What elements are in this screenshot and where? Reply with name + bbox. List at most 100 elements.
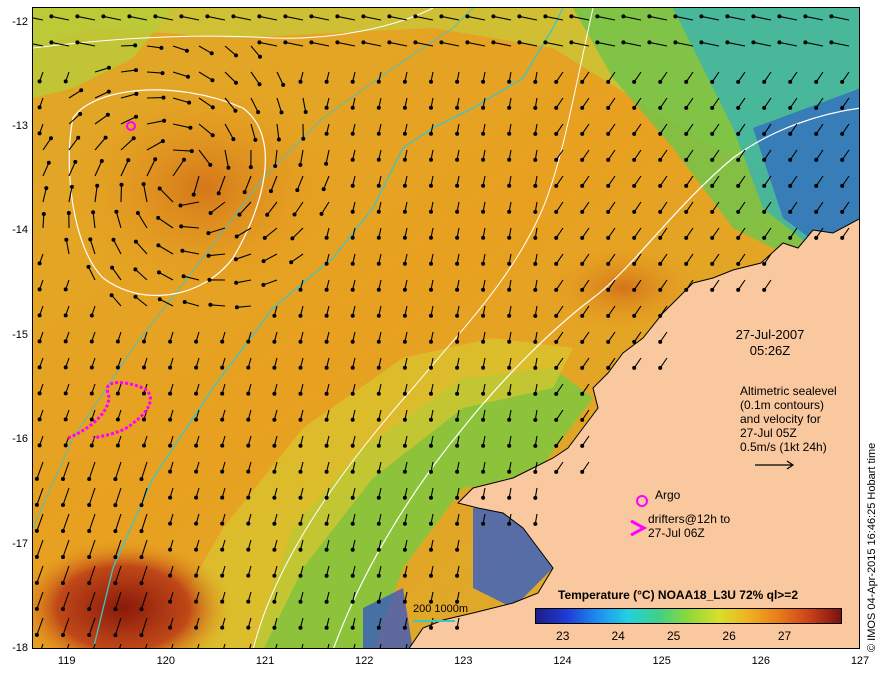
velocity-vector-head — [751, 14, 756, 19]
velocity-vector-head — [168, 625, 173, 630]
velocity-vector-head — [350, 209, 355, 214]
velocity-vector-head — [376, 547, 381, 552]
velocity-vector-head — [220, 391, 225, 396]
velocity-vector-head — [580, 391, 585, 396]
velocity-vector-head — [684, 131, 689, 136]
velocity-vector-head — [246, 573, 251, 578]
velocity-vector-head — [179, 14, 184, 19]
velocity-vector-head — [350, 417, 355, 422]
velocity-vector-head — [69, 184, 74, 189]
velocity-vector-head — [220, 417, 225, 422]
velocity-vector-head — [762, 79, 767, 84]
y-tick-label: -13 — [12, 120, 28, 133]
velocity-vector-head — [168, 417, 173, 422]
velocity-vector-head — [246, 443, 251, 448]
velocity-vector-head — [157, 297, 162, 302]
velocity-vector-head — [324, 365, 329, 370]
velocity-vector-head — [814, 131, 819, 136]
velocity-vector-head — [658, 105, 663, 110]
velocity-vector-head — [64, 237, 69, 242]
velocity-vector-head — [829, 40, 834, 45]
velocity-vector-head — [455, 469, 460, 474]
velocity-vector-head — [507, 391, 512, 396]
velocity-vector-head — [507, 339, 512, 344]
velocity-vector-head — [272, 339, 277, 344]
velocity-vector-head — [309, 14, 314, 19]
velocity-vector-head — [63, 79, 68, 84]
velocity-vector-head — [272, 313, 277, 318]
velocity-vector-head — [298, 79, 303, 84]
velocity-vector-head — [89, 391, 94, 396]
velocity-vector-head — [246, 339, 251, 344]
velocity-vector-head — [298, 599, 303, 604]
velocity-vector-head — [162, 118, 167, 123]
velocity-vector-head — [234, 80, 238, 85]
velocity-vector-head — [481, 365, 486, 370]
velocity-vector-head — [61, 555, 65, 559]
velocity-vector-head — [156, 215, 161, 220]
velocity-vector-head — [63, 391, 68, 396]
velocity-vector-head — [402, 157, 407, 162]
velocity-vector-head — [606, 183, 611, 188]
velocity-vector-head — [402, 79, 407, 84]
y-tick-label: -18 — [12, 642, 28, 654]
velocity-vector-head — [324, 443, 329, 448]
velocity-vector-head — [580, 339, 585, 344]
velocity-vector-head — [402, 495, 407, 500]
velocity-vector-head — [63, 313, 68, 318]
velocity-vector-head — [209, 51, 214, 56]
velocity-vector-head — [632, 339, 637, 344]
velocity-vector-head — [298, 339, 303, 344]
velocity-vector-head — [272, 547, 277, 552]
velocity-vector-head — [41, 212, 46, 216]
velocity-vector-head — [194, 339, 199, 344]
velocity-vector-head — [402, 313, 407, 318]
velocity-vector-head — [658, 339, 663, 344]
velocity-vector-head — [34, 502, 39, 507]
velocity-vector-head — [37, 287, 42, 292]
velocity-vector-head — [258, 54, 262, 59]
velocity-vector-head — [37, 261, 42, 266]
velocity-vector-head — [554, 339, 559, 344]
velocity-vector-head — [429, 443, 433, 448]
velocity-vector-head — [684, 105, 689, 110]
velocity-vector-head — [402, 209, 407, 214]
velocity-vector-head — [139, 633, 144, 638]
velocity-vector-head — [481, 313, 486, 318]
velocity-vector-head — [350, 547, 355, 552]
velocity-vector-head — [220, 625, 225, 630]
velocity-vector-head — [272, 521, 277, 526]
velocity-vector-head — [61, 581, 65, 585]
velocity-vector-head — [194, 573, 199, 578]
velocity-vector-head — [429, 391, 433, 396]
velocity-vector-head — [481, 287, 486, 292]
velocity-vector-head — [376, 599, 381, 604]
velocity-vector-head — [439, 14, 444, 19]
velocity-vector-head — [632, 79, 637, 84]
velocity-vector-head — [376, 339, 381, 344]
velocity-vector-head — [350, 443, 355, 448]
velocity-vector-head — [554, 287, 559, 292]
velocity-vector-head — [298, 162, 303, 167]
velocity-vector-head — [324, 313, 329, 318]
velocity-vector-head — [63, 443, 68, 448]
time-text: 05:26Z — [749, 343, 791, 358]
velocity-vector-head — [481, 105, 486, 110]
velocity-vector-head — [402, 287, 407, 292]
velocity-vector-head — [179, 224, 184, 229]
velocity-vector-head — [105, 112, 110, 117]
velocity-vector-head — [376, 287, 381, 292]
velocity-vector-head — [76, 135, 81, 140]
velocity-vector-head — [507, 469, 512, 474]
imos-credit: © IMOS 04-Apr-2015 16:46:25 Hobart time — [866, 442, 878, 652]
velocity-vector-head — [699, 40, 704, 45]
velocity-vector-head — [725, 40, 730, 45]
velocity-vector-head — [324, 287, 329, 292]
date-time-label: 27-Jul-2007 05:26Z — [720, 327, 820, 359]
velocity-vector-head — [402, 261, 407, 266]
velocity-vector-head — [298, 313, 303, 318]
velocity-vector-head — [37, 443, 42, 448]
velocity-vector-head — [182, 157, 186, 162]
velocity-vector-head — [220, 573, 225, 578]
velocity-vector-head — [777, 14, 782, 19]
